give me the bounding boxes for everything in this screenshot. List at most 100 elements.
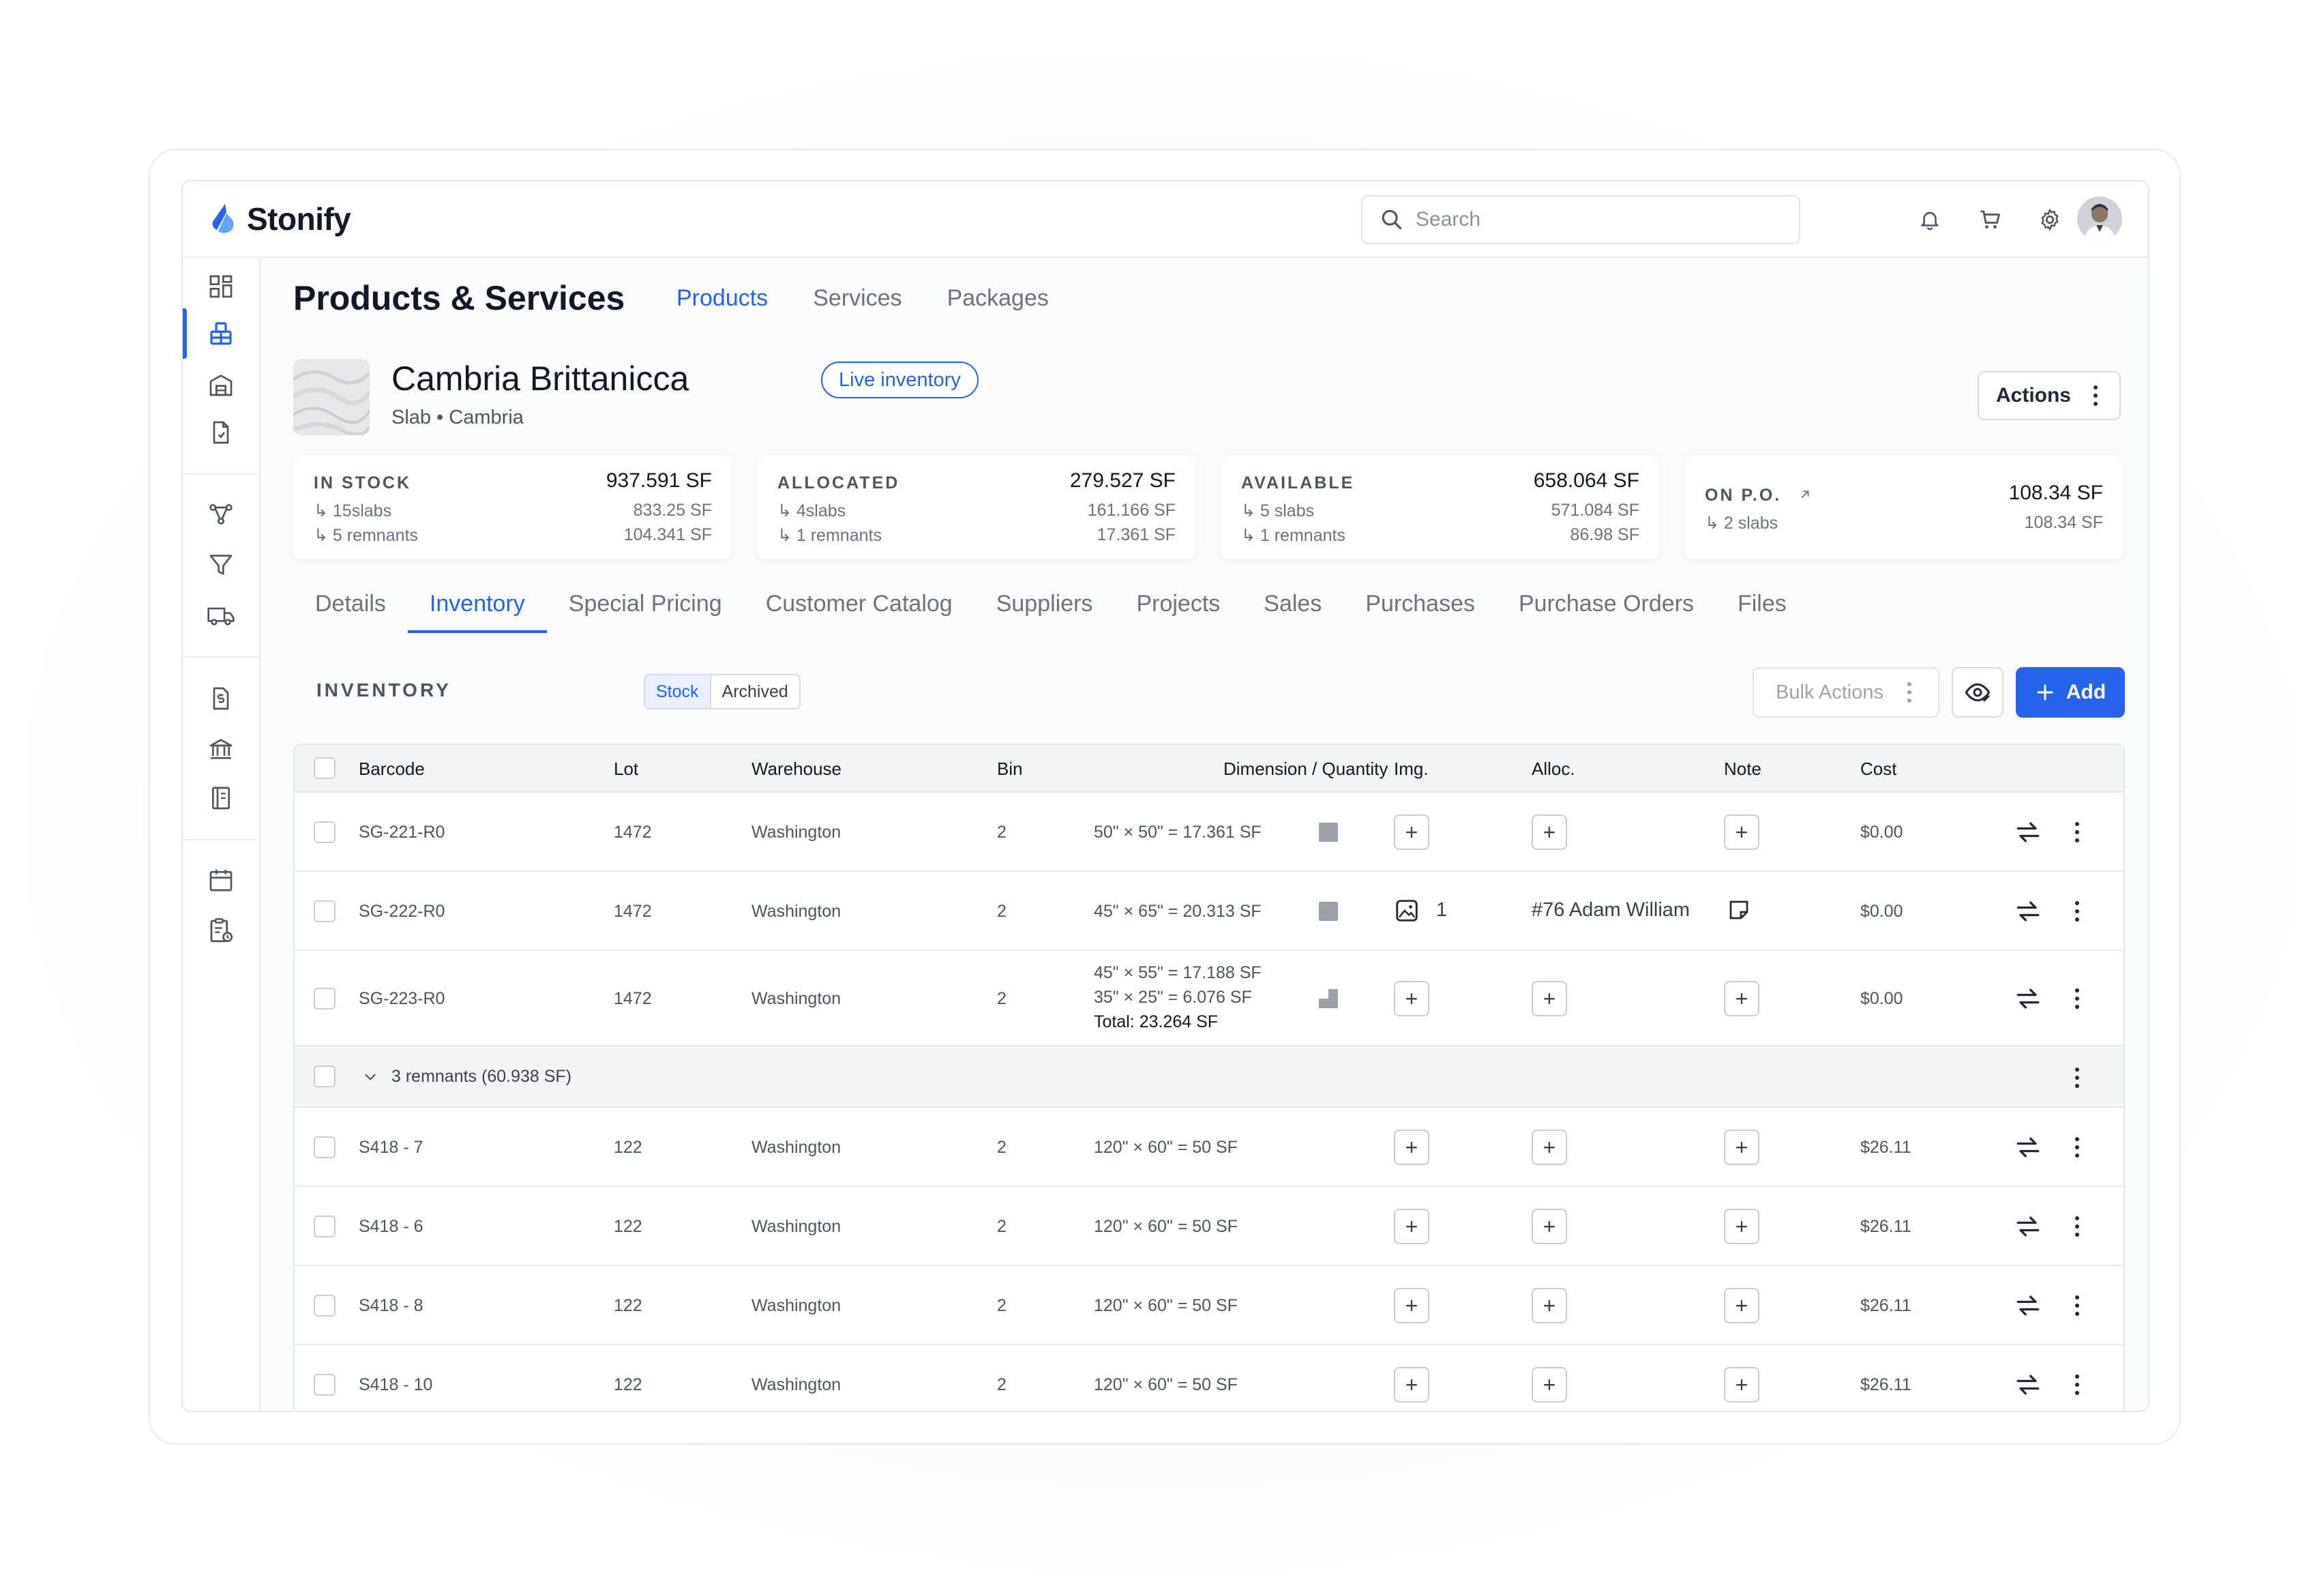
tab-inventory[interactable]: Inventory [407,585,547,633]
chevron-down-icon[interactable] [361,1068,379,1086]
column-header-alloc[interactable]: Alloc. [1532,759,1575,780]
transfer-icon[interactable] [2013,896,2043,926]
sidebar-item-invoices[interactable] [200,678,241,719]
add-allocation-button[interactable]: + [1532,1288,1567,1323]
column-header-lot[interactable]: Lot [614,759,638,780]
row-checkbox[interactable] [314,1374,336,1396]
transfer-icon[interactable] [2013,817,2043,847]
column-visibility-button[interactable] [1952,667,2003,718]
sidebar-item-calendar[interactable] [200,859,241,900]
tab-customer-catalog[interactable]: Customer Catalog [744,585,974,633]
row-checkbox[interactable] [314,1136,336,1158]
column-header-dimension[interactable]: Dimension / Quantity [1223,759,1388,780]
cart-icon[interactable] [1973,203,2006,236]
kebab-icon[interactable] [2070,1211,2084,1241]
add-note-button[interactable]: + [1724,1288,1759,1323]
add-image-button[interactable]: + [1394,981,1429,1016]
brand-logo[interactable]: Stonify [210,201,351,237]
sidebar-item-filter[interactable] [200,544,241,585]
tab-purchases[interactable]: Purchases [1343,585,1497,633]
tab-packages[interactable]: Packages [947,285,1049,312]
tab-products[interactable]: Products [676,285,768,312]
select-all-checkbox[interactable] [314,757,336,779]
kebab-icon[interactable] [2070,1132,2084,1162]
tab-services[interactable]: Services [813,285,902,312]
tab-special-pricing[interactable]: Special Pricing [547,585,744,633]
segment-stock[interactable]: Stock [645,675,711,708]
transfer-icon[interactable] [2013,984,2043,1014]
add-note-button[interactable]: + [1724,1209,1759,1244]
transfer-icon[interactable] [2013,1211,2043,1241]
sidebar-item-dashboard[interactable] [200,266,241,307]
row-checkbox[interactable] [314,900,336,922]
column-header-cost[interactable]: Cost [1860,759,1896,780]
transfer-icon[interactable] [2013,1132,2043,1162]
add-note-button[interactable]: + [1724,981,1759,1016]
column-header-warehouse[interactable]: Warehouse [751,759,841,780]
table-row[interactable]: SG-222-R0 1472 Washington 2 45" × 65" = … [295,872,2124,951]
tab-projects[interactable]: Projects [1114,585,1242,633]
add-allocation-button[interactable]: + [1532,1367,1567,1402]
stat-card-on-po[interactable]: ON P.O. 108.34 SF ↳ 2 slabs 108.34 SF [1684,456,2124,559]
table-row[interactable]: SG-223-R0 1472 Washington 2 45" × 55" = … [295,951,2124,1046]
add-image-button[interactable]: + [1394,1288,1429,1323]
table-row[interactable]: S418 - 7 122 Washington 2 120" × 60" = 5… [295,1108,2124,1187]
sidebar-item-warehouse[interactable] [200,364,241,405]
sidebar-item-documents[interactable] [200,412,241,453]
table-row[interactable]: SG-221-R0 1472 Washington 2 50" × 50" = … [295,793,2124,872]
search-box[interactable] [1361,195,1800,244]
add-note-button[interactable]: + [1724,1130,1759,1165]
row-checkbox[interactable] [314,988,336,1010]
column-header-bin[interactable]: Bin [997,759,1023,780]
table-row[interactable]: S418 - 10 122 Washington 2 120" × 60" = … [295,1345,2124,1411]
column-header-img[interactable]: Img. [1394,759,1429,780]
tab-purchase-orders[interactable]: Purchase Orders [1497,585,1716,633]
kebab-icon[interactable] [2070,1291,2084,1321]
add-image-button[interactable]: + [1394,814,1429,850]
add-allocation-button[interactable]: + [1532,1130,1567,1165]
add-allocation-button[interactable]: + [1532,814,1567,850]
add-image-button[interactable]: + [1394,1367,1429,1402]
search-input[interactable] [1416,208,1770,231]
column-header-barcode[interactable]: Barcode [359,759,425,780]
image-icon[interactable] [1394,898,1420,924]
sidebar-item-inventory[interactable] [200,312,241,353]
tab-sales[interactable]: Sales [1242,585,1343,633]
kebab-icon[interactable] [2070,1370,2084,1400]
add-allocation-button[interactable]: + [1532,981,1567,1016]
sidebar-item-tasks[interactable] [200,910,241,951]
add-button[interactable]: Add [2016,667,2125,718]
table-row[interactable]: S418 - 8 122 Washington 2 120" × 60" = 5… [295,1266,2124,1345]
actions-button[interactable]: Actions [1978,371,2121,420]
bell-icon[interactable] [1913,203,1946,236]
tab-suppliers[interactable]: Suppliers [974,585,1115,633]
row-checkbox[interactable] [314,1295,336,1317]
transfer-icon[interactable] [2013,1291,2043,1321]
kebab-icon[interactable] [2070,984,2084,1014]
add-allocation-button[interactable]: + [1532,1209,1567,1244]
row-checkbox[interactable] [314,1216,336,1237]
add-note-button[interactable]: + [1724,1367,1759,1402]
sidebar-item-catalog[interactable] [200,778,241,819]
tab-files[interactable]: Files [1716,585,1808,633]
avatar[interactable] [2077,196,2122,241]
sidebar-item-workflow[interactable] [200,494,241,535]
allocation-link[interactable]: #76 Adam William [1532,899,1690,922]
bulk-actions-button[interactable]: Bulk Actions [1753,667,1939,718]
segment-archived[interactable]: Archived [711,675,799,708]
add-note-button[interactable]: + [1724,814,1759,850]
remnant-group-row[interactable]: 3 remnants (60.938 SF) [295,1046,2124,1108]
add-image-button[interactable]: + [1394,1209,1429,1244]
gear-icon[interactable] [2034,203,2066,236]
row-checkbox[interactable] [314,1065,336,1087]
tab-details[interactable]: Details [293,585,408,633]
sidebar-item-banking[interactable] [200,729,241,769]
sidebar-item-delivery[interactable] [200,595,241,636]
kebab-icon[interactable] [2070,1063,2084,1093]
kebab-icon[interactable] [2070,817,2084,847]
add-image-button[interactable]: + [1394,1130,1429,1165]
kebab-icon[interactable] [2070,896,2084,926]
column-header-note[interactable]: Note [1724,759,1761,780]
row-checkbox[interactable] [314,821,336,843]
transfer-icon[interactable] [2013,1370,2043,1400]
